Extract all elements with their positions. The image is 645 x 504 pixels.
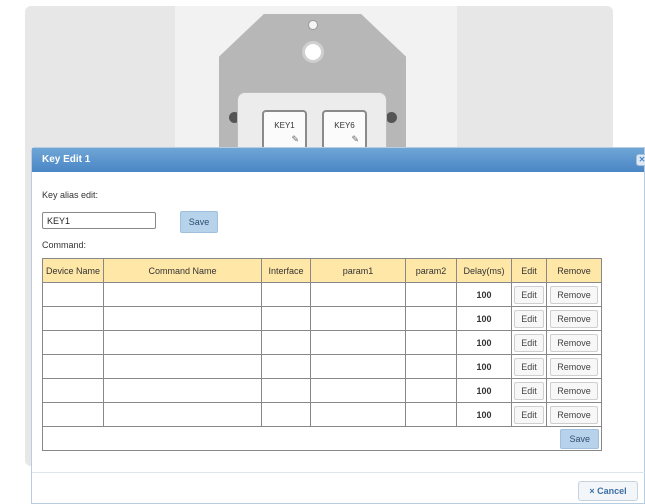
cell-device-name: [42, 354, 104, 379]
right-screw-icon: [386, 112, 397, 123]
footer-divider: [32, 472, 645, 473]
cell-delay: 100: [456, 354, 512, 379]
table-row: 100 Edit Remove: [42, 306, 602, 331]
col-remove: Remove: [546, 258, 602, 283]
remove-button[interactable]: Remove: [550, 309, 598, 328]
edit-button[interactable]: Edit: [514, 333, 544, 352]
cell-param1: [310, 402, 406, 427]
table-save-button[interactable]: Save: [560, 428, 599, 449]
cell-edit: Edit: [511, 330, 547, 355]
table-footer-cell: Save: [42, 426, 602, 451]
edit-button[interactable]: Edit: [514, 285, 544, 304]
command-table: Device Name Command Name Interface param…: [42, 258, 602, 451]
cell-param1: [310, 330, 406, 355]
cell-remove: Remove: [546, 402, 602, 427]
edit-button[interactable]: Edit: [514, 381, 544, 400]
cell-delay: 100: [456, 378, 512, 403]
cell-edit: Edit: [511, 282, 547, 307]
device-key-left-label: KEY1: [274, 121, 295, 130]
cell-param1: [310, 282, 406, 307]
cell-param1: [310, 354, 406, 379]
table-footer-row: Save: [42, 426, 602, 451]
key-edit-dialog: Key Edit 1 ✕ Key alias edit: Save Comman…: [31, 147, 645, 504]
cell-device-name: [42, 282, 104, 307]
dialog-title: Key Edit 1: [42, 154, 91, 165]
remove-button[interactable]: Remove: [550, 357, 598, 376]
screw-icon: [308, 20, 318, 30]
cell-edit: Edit: [511, 354, 547, 379]
cell-delay: 100: [456, 330, 512, 355]
cell-device-name: [42, 330, 104, 355]
cell-param1: [310, 378, 406, 403]
close-icon[interactable]: ✕: [636, 154, 645, 166]
cell-param2: [405, 330, 457, 355]
cell-remove: Remove: [546, 306, 602, 331]
cell-param2: [405, 282, 457, 307]
cell-delay: 100: [456, 282, 512, 307]
table-row: 100 Edit Remove: [42, 402, 602, 427]
cell-edit: Edit: [511, 306, 547, 331]
dialog-header: Key Edit 1 ✕: [32, 148, 645, 172]
table-row: 100 Edit Remove: [42, 378, 602, 403]
cell-interface: [261, 330, 311, 355]
edit-icon[interactable]: ✎: [351, 134, 359, 145]
remove-button[interactable]: Remove: [550, 381, 598, 400]
cell-command-name: [103, 282, 262, 307]
cell-interface: [261, 306, 311, 331]
device-key-right[interactable]: KEY6 ✎: [322, 110, 367, 150]
cell-param1: [310, 306, 406, 331]
cell-remove: Remove: [546, 282, 602, 307]
cell-command-name: [103, 330, 262, 355]
cell-delay: 100: [456, 402, 512, 427]
remove-button[interactable]: Remove: [550, 333, 598, 352]
col-param1: param1: [310, 258, 406, 283]
cell-edit: Edit: [511, 402, 547, 427]
cell-remove: Remove: [546, 378, 602, 403]
alias-input[interactable]: [42, 212, 156, 229]
edit-icon[interactable]: ✎: [291, 134, 299, 145]
cell-param2: [405, 354, 457, 379]
cell-delay: 100: [456, 306, 512, 331]
cancel-button[interactable]: × Cancel: [578, 481, 638, 501]
cell-command-name: [103, 354, 262, 379]
col-device-name: Device Name: [42, 258, 104, 283]
table-header-row: Device Name Command Name Interface param…: [42, 258, 602, 283]
stage: KEY1 ✎ KEY6 ✎ Key Edit 1 ✕ Key alias edi…: [0, 0, 645, 504]
cell-command-name: [103, 378, 262, 403]
alias-save-button[interactable]: Save: [180, 211, 218, 233]
col-edit: Edit: [511, 258, 547, 283]
table-row: 100 Edit Remove: [42, 354, 602, 379]
cell-device-name: [42, 378, 104, 403]
cell-interface: [261, 354, 311, 379]
device-key-left[interactable]: KEY1 ✎: [262, 110, 307, 150]
cell-interface: [261, 282, 311, 307]
cell-interface: [261, 402, 311, 427]
cell-device-name: [42, 306, 104, 331]
edit-button[interactable]: Edit: [514, 357, 544, 376]
col-interface: Interface: [261, 258, 311, 283]
cell-param2: [405, 402, 457, 427]
table-row: 100 Edit Remove: [42, 330, 602, 355]
cell-command-name: [103, 402, 262, 427]
remove-button[interactable]: Remove: [550, 285, 598, 304]
mounting-hole-icon: [302, 41, 324, 63]
command-label: Command:: [42, 240, 87, 250]
cell-remove: Remove: [546, 330, 602, 355]
edit-button[interactable]: Edit: [514, 309, 544, 328]
cell-param2: [405, 306, 457, 331]
cell-edit: Edit: [511, 378, 547, 403]
edit-button[interactable]: Edit: [514, 405, 544, 424]
col-param2: param2: [405, 258, 457, 283]
cell-remove: Remove: [546, 354, 602, 379]
table-row: 100 Edit Remove: [42, 282, 602, 307]
cell-interface: [261, 378, 311, 403]
col-command-name: Command Name: [103, 258, 262, 283]
cell-command-name: [103, 306, 262, 331]
alias-label: Key alias edit:: [42, 190, 99, 200]
device-key-right-label: KEY6: [334, 121, 355, 130]
cell-device-name: [42, 402, 104, 427]
remove-button[interactable]: Remove: [550, 405, 598, 424]
cell-param2: [405, 378, 457, 403]
col-delay: Delay(ms): [456, 258, 512, 283]
